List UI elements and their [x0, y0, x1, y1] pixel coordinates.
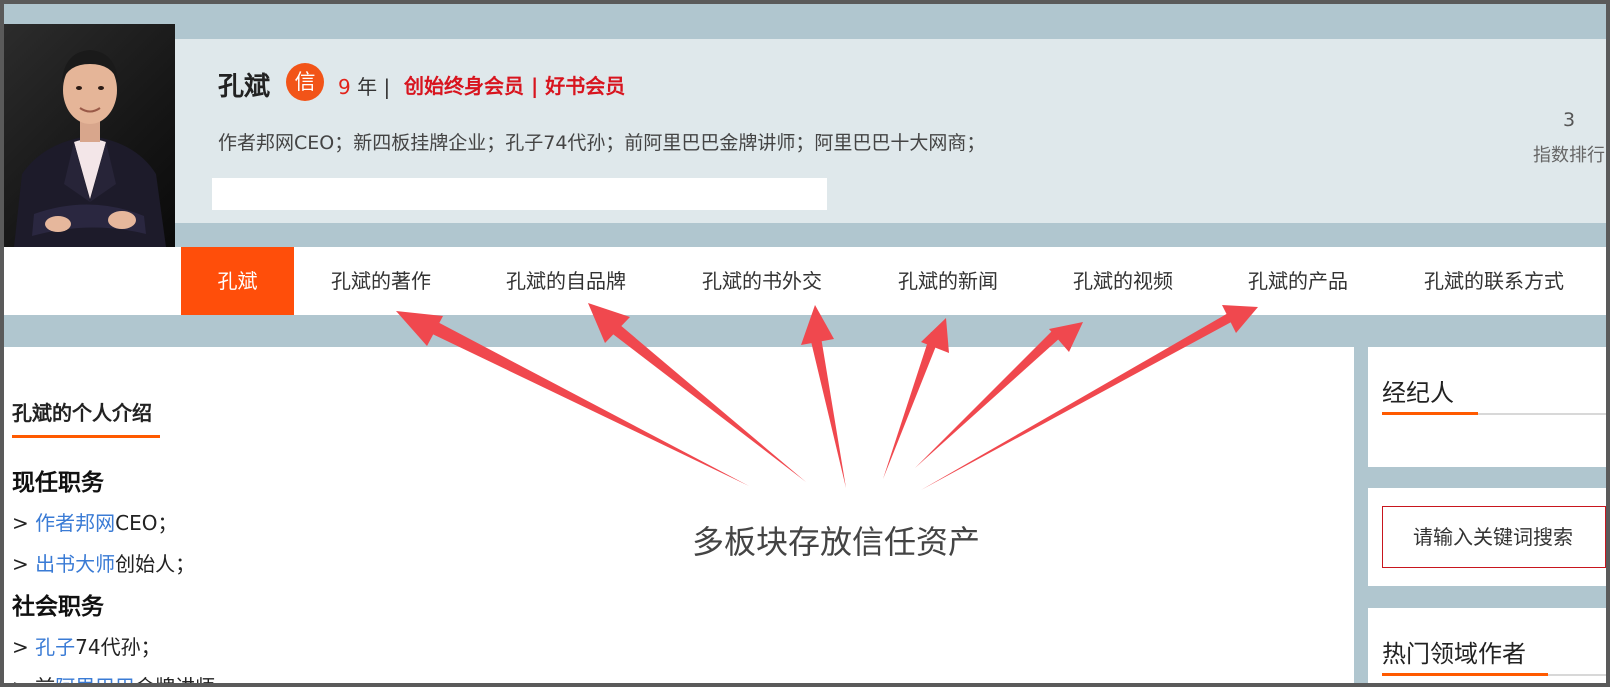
tab-products[interactable]: 孔斌的产品: [1248, 247, 1348, 315]
tab-works[interactable]: 孔斌的著作: [331, 247, 431, 315]
list-item-text: 金牌讲师: [135, 675, 215, 683]
arrow-works-head: [396, 311, 443, 346]
social-positions-heading: 社会职务: [12, 594, 104, 620]
tab-news[interactable]: 孔斌的新闻: [898, 247, 998, 315]
list-item-prefix: > 前: [12, 675, 55, 683]
agent-title-underline: [1382, 412, 1478, 415]
search-card: 请输入关键词搜索: [1368, 488, 1606, 586]
avatar-portrait-icon: [14, 50, 166, 247]
list-item: > 前阿里巴巴金牌讲师: [12, 671, 215, 683]
list-item: > 孔子74代孙；: [12, 631, 161, 660]
list-item: > 出书大师创始人；: [12, 548, 195, 577]
rank-value: 3: [1563, 109, 1576, 131]
agent-card: 经纪人: [1368, 347, 1606, 467]
hot-authors-title-underline: [1382, 673, 1548, 676]
tab-videos[interactable]: 孔斌的视频: [1073, 247, 1173, 315]
author-avatar[interactable]: [4, 24, 175, 247]
list-item-text: CEO；: [115, 511, 178, 535]
list-item-text: 创始人；: [115, 552, 196, 576]
hot-authors-card: 热门领域作者: [1368, 608, 1606, 687]
position-link[interactable]: 孔子: [35, 635, 75, 659]
author-nav-bar: 孔斌 孔斌的著作 孔斌的自品牌 孔斌的书外交 孔斌的新闻 孔斌的视频 孔斌的产品…: [4, 247, 1606, 315]
intro-panel: 孔斌的个人介绍 现任职务 > 作者邦网CEO； > 出书大师创始人； 社会职务 …: [4, 347, 1354, 683]
keyword-search-input[interactable]: 请输入关键词搜索: [1382, 506, 1606, 568]
author-bio: 作者邦网CEO；新四板挂牌企业；孔子74代孙；前阿里巴巴金牌讲师；阿里巴巴十大网…: [218, 132, 986, 154]
position-link[interactable]: 阿里巴巴: [55, 675, 135, 683]
current-positions-heading: 现任职务: [12, 470, 104, 496]
years-suffix: 年 |: [350, 75, 391, 99]
list-item-text: 74代孙；: [75, 635, 161, 659]
rank-label[interactable]: 指数排行: [1533, 141, 1605, 167]
membership-type[interactable]: 创始终身会员 | 好书会员: [404, 70, 625, 99]
intro-title: 孔斌的个人介绍: [12, 401, 152, 425]
tab-book-diplomacy[interactable]: 孔斌的书外交: [702, 247, 822, 315]
list-item-prefix: >: [12, 552, 36, 576]
trust-badge-icon[interactable]: 信: [286, 63, 324, 101]
blank-banner: [212, 178, 827, 210]
intro-title-underline: [12, 435, 160, 438]
tab-self-brand[interactable]: 孔斌的自品牌: [506, 247, 626, 315]
hot-authors-title: 热门领域作者: [1382, 640, 1526, 668]
list-item-prefix: >: [12, 635, 36, 659]
agent-title: 经纪人: [1382, 379, 1454, 407]
annotation-text: 多板块存放信任资产: [692, 523, 981, 561]
list-item-prefix: >: [12, 511, 36, 535]
position-link[interactable]: 作者邦网: [35, 511, 115, 535]
list-item: > 作者邦网CEO；: [12, 507, 177, 536]
author-name: 孔斌: [218, 72, 271, 102]
tab-contact[interactable]: 孔斌的联系方式: [1424, 247, 1564, 315]
tab-home[interactable]: 孔斌: [181, 247, 294, 315]
years-number: 9: [338, 75, 351, 99]
membership-years: 9 年 |: [338, 71, 390, 100]
position-link[interactable]: 出书大师: [35, 552, 115, 576]
